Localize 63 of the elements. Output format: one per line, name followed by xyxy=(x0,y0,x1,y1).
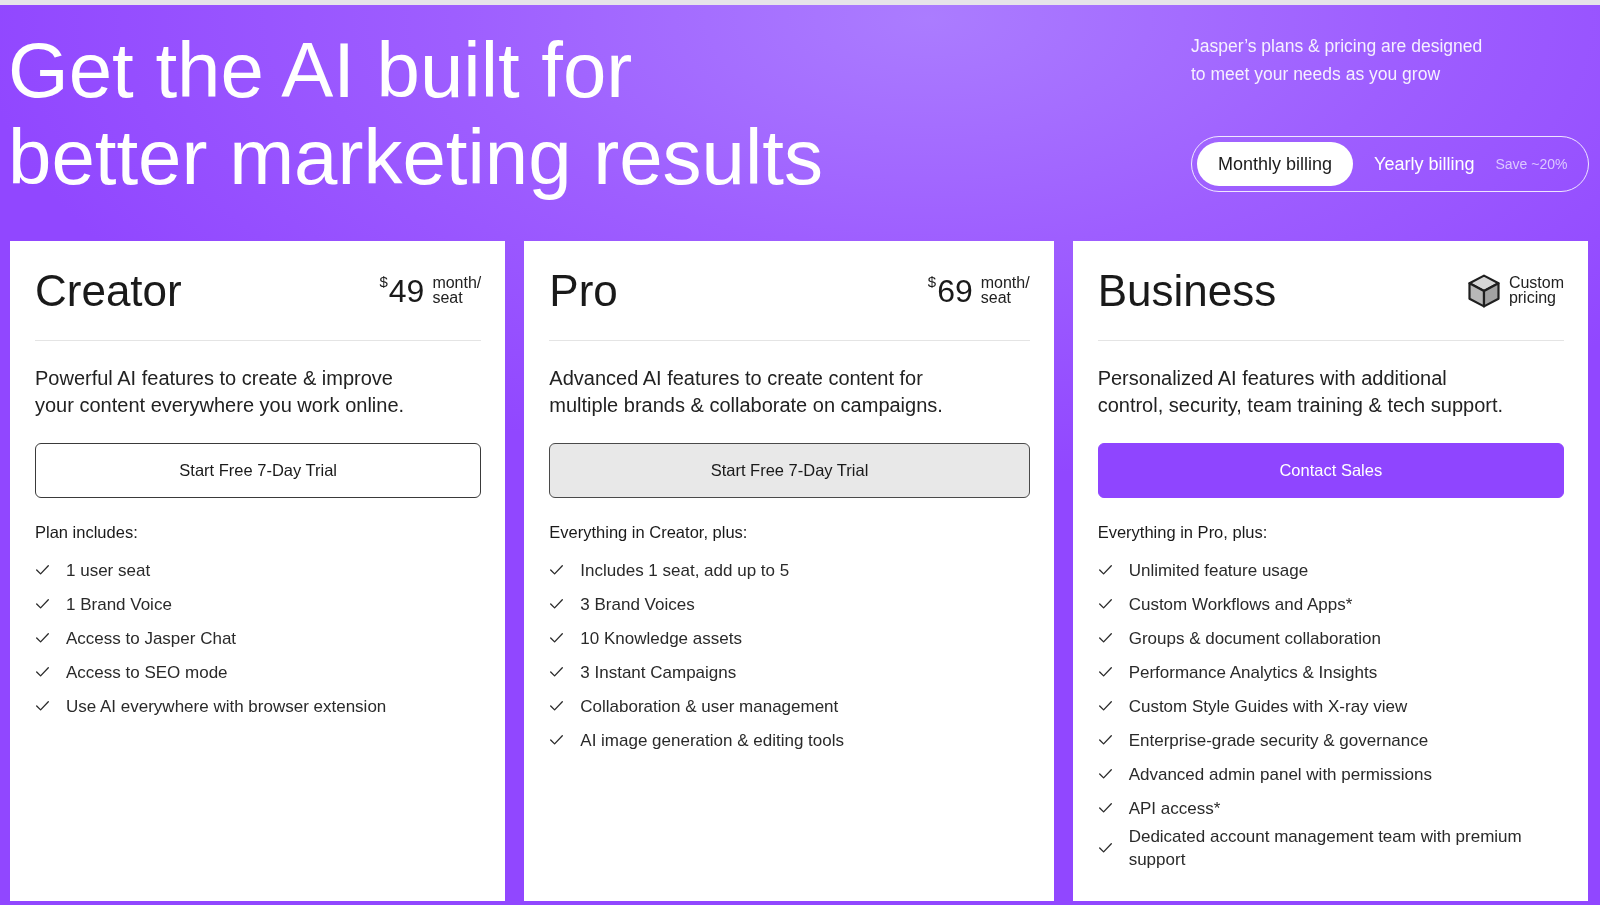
feature-text: Collaboration & user management xyxy=(580,695,839,718)
features-heading: Everything in Pro, plus: xyxy=(1097,522,1269,543)
check-icon xyxy=(1098,667,1112,677)
feature-text: 3 Instant Campaigns xyxy=(580,661,737,684)
discount-note: Save ~20% xyxy=(1495,156,1568,172)
check-icon xyxy=(36,667,49,677)
check-icon xyxy=(1098,633,1112,643)
feature-text: Advanced admin panel with permissions xyxy=(1128,763,1432,786)
check-icon xyxy=(1098,769,1112,779)
plan-name: Pro xyxy=(549,265,618,317)
billing-tab[interactable]: Yearly billing xyxy=(1353,142,1496,186)
tagline: Jasper’s plans & pricing are designed to meet your needs as you grow xyxy=(1191,35,1484,86)
check-icon xyxy=(1098,843,1112,853)
feature-text: Includes 1 seat, add up to 5 xyxy=(580,559,790,582)
check-icon xyxy=(36,633,49,643)
headline: Get the AI built for better marketing results xyxy=(8,27,823,203)
price-amount: $69 xyxy=(927,273,973,308)
plan-name: Creator xyxy=(35,265,182,317)
cta-button[interactable]: Start Free 7-Day Trial xyxy=(35,443,482,498)
plan-description: Advanced AI features to create content for multiple brands & collaborate on campaigns. xyxy=(549,366,944,418)
plan-name: Business xyxy=(1097,265,1277,317)
feature-text: Access to Jasper Chat xyxy=(66,627,237,650)
check-icon xyxy=(1098,735,1112,745)
feature-text: Use AI everywhere with browser extension xyxy=(66,695,387,718)
cta-button[interactable]: Contact Sales xyxy=(1097,443,1564,498)
billing-tab[interactable]: Monthly billing xyxy=(1197,142,1354,186)
feature-text: Custom Style Guides with X-ray view xyxy=(1128,695,1408,718)
check-icon xyxy=(550,565,564,575)
features-heading: Plan includes: xyxy=(35,522,139,543)
price-unit: month/ seat xyxy=(980,276,1030,305)
feature-text: 1 user seat xyxy=(66,559,151,582)
check-icon xyxy=(550,633,564,643)
check-icon xyxy=(550,701,564,711)
plan-description: Personalized AI features with additional control, security, team training & tech support. xyxy=(1097,366,1505,418)
cta-button[interactable]: Start Free 7-Day Trial xyxy=(549,443,1030,498)
check-icon xyxy=(1098,701,1112,711)
price-amount: $49 xyxy=(379,273,425,308)
feature-text: Custom Workflows and Apps* xyxy=(1128,593,1353,616)
check-icon xyxy=(1098,599,1112,609)
plan-description: Powerful AI features to create & improve your content everywhere you work online. xyxy=(35,366,406,418)
check-icon xyxy=(36,599,49,609)
check-icon xyxy=(36,565,49,575)
check-icon xyxy=(1098,565,1112,575)
feature-text: AI image generation & editing tools xyxy=(580,729,844,752)
feature-text: 1 Brand Voice xyxy=(66,593,172,616)
cube-icon xyxy=(1466,273,1501,308)
feature-text: Unlimited feature usage xyxy=(1128,559,1309,582)
feature-text: 10 Knowledge assets xyxy=(580,627,742,650)
feature-text: API access* xyxy=(1128,797,1221,820)
feature-text: Groups & document collaboration xyxy=(1128,627,1381,650)
check-icon xyxy=(1098,803,1112,813)
price-note: Custom pricing xyxy=(1508,276,1564,305)
feature-text: Access to SEO mode xyxy=(66,661,228,684)
check-icon xyxy=(550,599,564,609)
feature-text: Dedicated account management team with premium support xyxy=(1128,826,1523,871)
check-icon xyxy=(36,701,49,711)
feature-text: 3 Brand Voices xyxy=(580,593,695,616)
features-heading: Everything in Creator, plus: xyxy=(549,522,749,543)
price-unit: month/ seat xyxy=(432,276,482,305)
check-icon xyxy=(550,735,564,745)
feature-text: Performance Analytics & Insights xyxy=(1128,661,1378,684)
feature-text: Enterprise-grade security & governance xyxy=(1128,729,1429,752)
check-icon xyxy=(550,667,564,677)
